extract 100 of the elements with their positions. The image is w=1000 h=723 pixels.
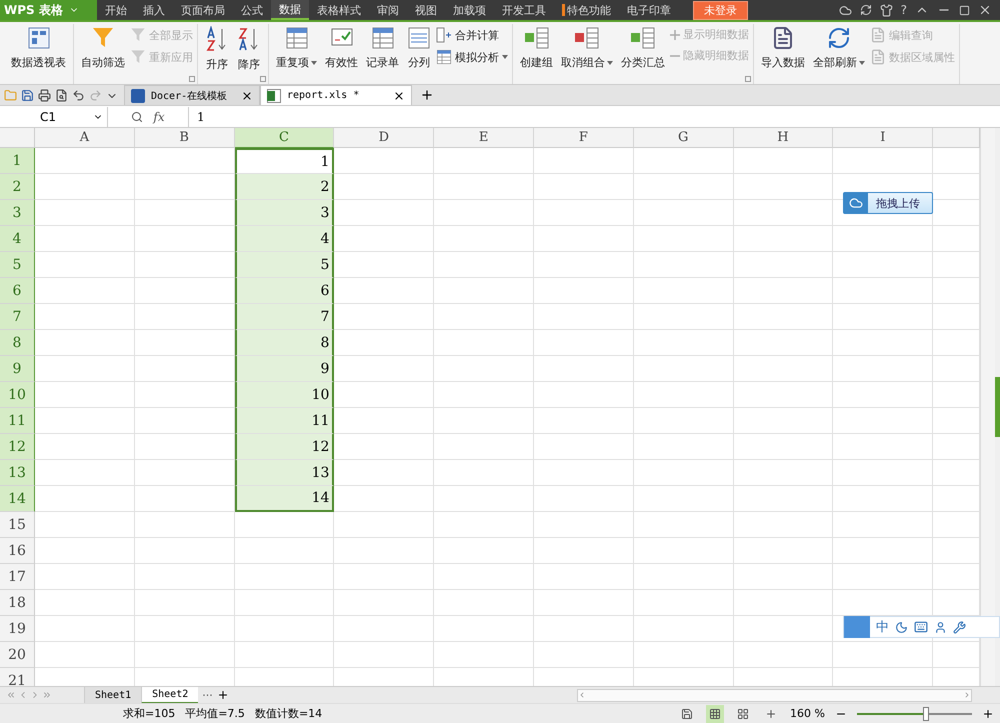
ribbon-button[interactable]: 记录单 [363, 24, 402, 84]
row-header[interactable]: 18 [0, 590, 35, 616]
menu-tab[interactable]: 公式 [233, 0, 271, 20]
ribbon-button[interactable]: 升序 [202, 24, 232, 84]
zoom-slider-thumb[interactable] [923, 706, 929, 720]
close-tab-icon[interactable] [393, 90, 405, 102]
row-header[interactable]: 5 [0, 252, 35, 278]
column-header[interactable]: B [134, 128, 235, 148]
horizontal-scrollbar[interactable] [577, 688, 972, 702]
ribbon-button[interactable]: 合并计算 [436, 27, 508, 43]
row-header[interactable]: 21 [0, 668, 35, 686]
row-header[interactable]: 14 [0, 486, 35, 512]
keyboard-icon[interactable] [914, 620, 928, 634]
column-header[interactable]: D [334, 128, 434, 148]
document-tab[interactable]: report.xls * [260, 85, 412, 105]
page-layout-icon[interactable] [737, 708, 750, 720]
menu-tab[interactable]: 特色功能 [554, 0, 619, 20]
app-logo[interactable]: WPS 表格 [0, 0, 97, 20]
print-preview-icon[interactable] [55, 89, 68, 102]
close-tab-icon[interactable] [241, 90, 253, 102]
cloud-icon[interactable] [838, 4, 852, 16]
save-icon[interactable] [21, 89, 34, 102]
row-header[interactable]: 11 [0, 408, 35, 434]
menu-tab[interactable]: 表格样式 [309, 0, 369, 20]
column-header[interactable]: G [634, 128, 734, 148]
formula-field[interactable]: 1 [188, 106, 1000, 126]
row-header[interactable]: 15 [0, 512, 35, 538]
ribbon-button[interactable]: 有效性 [322, 24, 361, 84]
undo-icon[interactable] [72, 89, 85, 102]
column-header[interactable]: F [534, 128, 634, 148]
dialog-launcher[interactable] [745, 76, 751, 82]
document-tab[interactable]: Docer-在线模板 [124, 85, 260, 105]
row-header[interactable]: 17 [0, 564, 35, 590]
row-header[interactable]: 8 [0, 330, 35, 356]
zoom-percent[interactable]: 160 % [790, 707, 825, 720]
row-header[interactable]: 19 [0, 616, 35, 642]
fullscreen-icon[interactable] [765, 708, 778, 720]
menu-tab[interactable]: 审阅 [369, 0, 407, 20]
column-header[interactable]: A [35, 128, 135, 148]
menu-tab[interactable]: 数据 [271, 0, 309, 20]
menu-tab[interactable]: 开始 [97, 0, 135, 20]
menu-tab[interactable]: 插入 [135, 0, 173, 20]
row-header[interactable]: 1 [0, 148, 35, 174]
sheet-tab[interactable]: Sheet1 [84, 686, 142, 704]
row-header[interactable]: 7 [0, 304, 35, 330]
wrench-icon[interactable] [953, 620, 966, 634]
print-icon[interactable] [38, 89, 51, 102]
menu-tab[interactable]: 页面布局 [173, 0, 233, 20]
user-icon[interactable] [934, 620, 947, 634]
upload-button[interactable]: 拖拽上传 [843, 192, 933, 214]
moon-icon[interactable] [895, 620, 908, 634]
search-icon[interactable] [131, 110, 144, 122]
column-header[interactable]: I [833, 128, 934, 148]
grid-view-button[interactable] [706, 704, 724, 722]
ribbon-button[interactable]: 自动筛选 [78, 24, 128, 84]
scroll-left-icon[interactable] [578, 691, 586, 699]
ribbon-button[interactable]: 模拟分析 [436, 49, 508, 65]
ribbon-button[interactable]: 数据透视表 [8, 24, 69, 84]
save-icon[interactable] [681, 708, 694, 720]
name-box[interactable]: C1 [0, 106, 108, 126]
row-header[interactable]: 20 [0, 642, 35, 668]
row-header[interactable]: 9 [0, 356, 35, 382]
column-header[interactable]: H [734, 128, 834, 148]
function-button[interactable]: fx [153, 110, 165, 124]
sheet-tab[interactable]: Sheet2 [141, 686, 198, 704]
ribbon-button[interactable]: 重复项 [273, 24, 320, 84]
row-header[interactable]: 12 [0, 434, 35, 460]
more-sheets-button[interactable]: ··· [198, 688, 217, 702]
ribbon-button[interactable]: 降序 [234, 24, 264, 84]
dialog-launcher[interactable] [189, 76, 195, 82]
row-header[interactable]: 2 [0, 174, 35, 200]
ribbon-button[interactable]: 取消组合 [558, 24, 616, 84]
column-header[interactable]: E [434, 128, 534, 148]
restore-icon[interactable] [959, 4, 970, 16]
row-header[interactable]: 10 [0, 382, 35, 408]
sync-icon[interactable] [860, 4, 872, 16]
shirt-icon[interactable] [880, 4, 893, 16]
help-button[interactable]: ? [900, 3, 907, 17]
ribbon-button[interactable]: 分列 [404, 24, 434, 84]
zoom-in-icon[interactable] [982, 708, 994, 720]
vertical-scrollbar[interactable] [980, 128, 995, 686]
menu-tab[interactable]: 电子印章 [619, 0, 679, 20]
row-header[interactable]: 6 [0, 278, 35, 304]
ribbon-button[interactable]: 创建组 [517, 24, 556, 84]
row-header[interactable]: 3 [0, 200, 35, 226]
new-tab-icon[interactable] [420, 88, 434, 102]
scroll-right-icon[interactable] [963, 691, 971, 699]
add-sheet-icon[interactable] [216, 689, 229, 701]
ribbon-button[interactable]: 分类汇总 [618, 24, 668, 84]
menu-tab[interactable]: 开发工具 [494, 0, 554, 20]
ribbon-button[interactable]: 全部刷新 [810, 24, 868, 84]
ime-mode[interactable]: 中 [876, 618, 889, 636]
ribbon-button[interactable]: 导入数据 [758, 24, 808, 84]
row-header[interactable]: 4 [0, 226, 35, 252]
dialog-launcher[interactable] [260, 76, 266, 82]
row-header[interactable]: 13 [0, 460, 35, 486]
column-header[interactable]: C [234, 128, 334, 148]
menu-tab[interactable]: 视图 [407, 0, 445, 20]
menu-tab[interactable]: 加载项 [445, 0, 494, 20]
row-header[interactable]: 16 [0, 538, 35, 564]
